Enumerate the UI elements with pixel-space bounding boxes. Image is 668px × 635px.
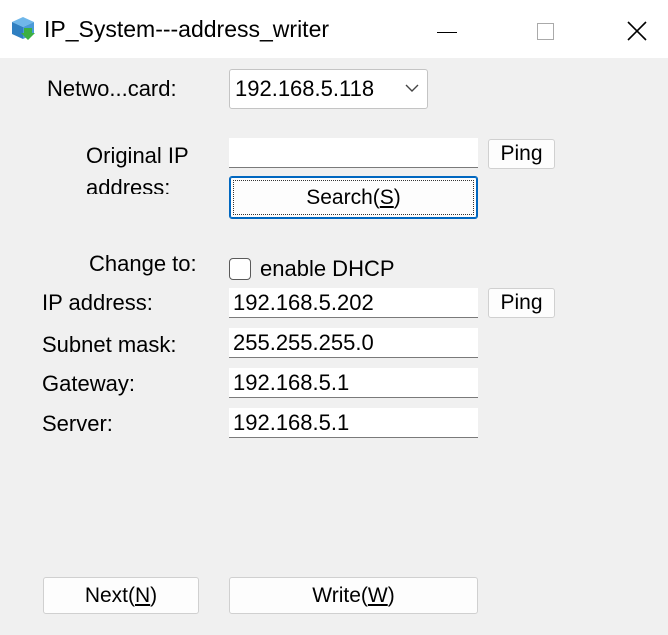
server-label: Server: <box>42 411 113 436</box>
dhcp-checkbox[interactable] <box>229 258 251 280</box>
network-card-select[interactable]: 192.168.5.118 <box>229 69 428 109</box>
subnet-mask-label: Subnet mask: <box>42 332 177 357</box>
app-window: IP_System---address_writer Netwo...card:… <box>0 0 668 635</box>
dhcp-label: enable DHCP <box>260 256 395 281</box>
next-label-key: N <box>135 584 151 607</box>
original-ip-ping-button[interactable]: Ping <box>488 139 555 169</box>
server-input[interactable]: 192.168.5.1 <box>229 408 478 438</box>
close-button[interactable] <box>612 8 662 52</box>
title-bar: IP_System---address_writer <box>0 0 668 58</box>
window-title: IP_System---address_writer <box>44 16 330 42</box>
app-icon <box>12 17 35 40</box>
gateway-input[interactable]: 192.168.5.1 <box>229 368 478 398</box>
ip-address-label: IP address: <box>42 290 153 315</box>
write-label-prefix: Write( <box>312 584 368 607</box>
gateway-label: Gateway: <box>42 371 135 396</box>
write-button[interactable]: Write(W) <box>229 577 478 614</box>
minimize-button[interactable] <box>422 8 472 52</box>
close-icon <box>627 21 647 41</box>
original-ip-label-line2-clip: address: <box>84 172 204 194</box>
original-ip-ping-label: Ping <box>500 142 543 165</box>
write-label-key: W <box>367 584 388 607</box>
next-button[interactable]: Next(N) <box>43 577 199 614</box>
search-focus-rect <box>233 180 474 215</box>
original-ip-label-line2: address: <box>86 175 171 194</box>
maximize-button[interactable] <box>522 8 572 52</box>
original-ip-input[interactable] <box>229 138 478 168</box>
next-label-suffix: ) <box>150 584 158 607</box>
subnet-mask-input[interactable]: 255.255.255.0 <box>229 328 478 358</box>
ip-address-input[interactable]: 192.168.5.202 <box>229 288 478 318</box>
next-label-prefix: Next( <box>84 584 135 607</box>
network-card-value: 192.168.5.118 <box>235 76 375 101</box>
original-ip-label-line1: Original IP <box>86 143 189 168</box>
write-label-suffix: ) <box>387 584 395 607</box>
minimize-icon <box>437 32 457 33</box>
maximize-icon <box>537 23 554 40</box>
network-card-label: Netwo...card: <box>47 76 177 101</box>
change-to-label: Change to: <box>89 251 197 276</box>
search-button[interactable]: Search(S) <box>229 176 478 219</box>
ip-address-ping-label: Ping <box>500 291 543 314</box>
chevron-down-icon <box>405 84 419 92</box>
ip-address-ping-button[interactable]: Ping <box>488 288 555 318</box>
